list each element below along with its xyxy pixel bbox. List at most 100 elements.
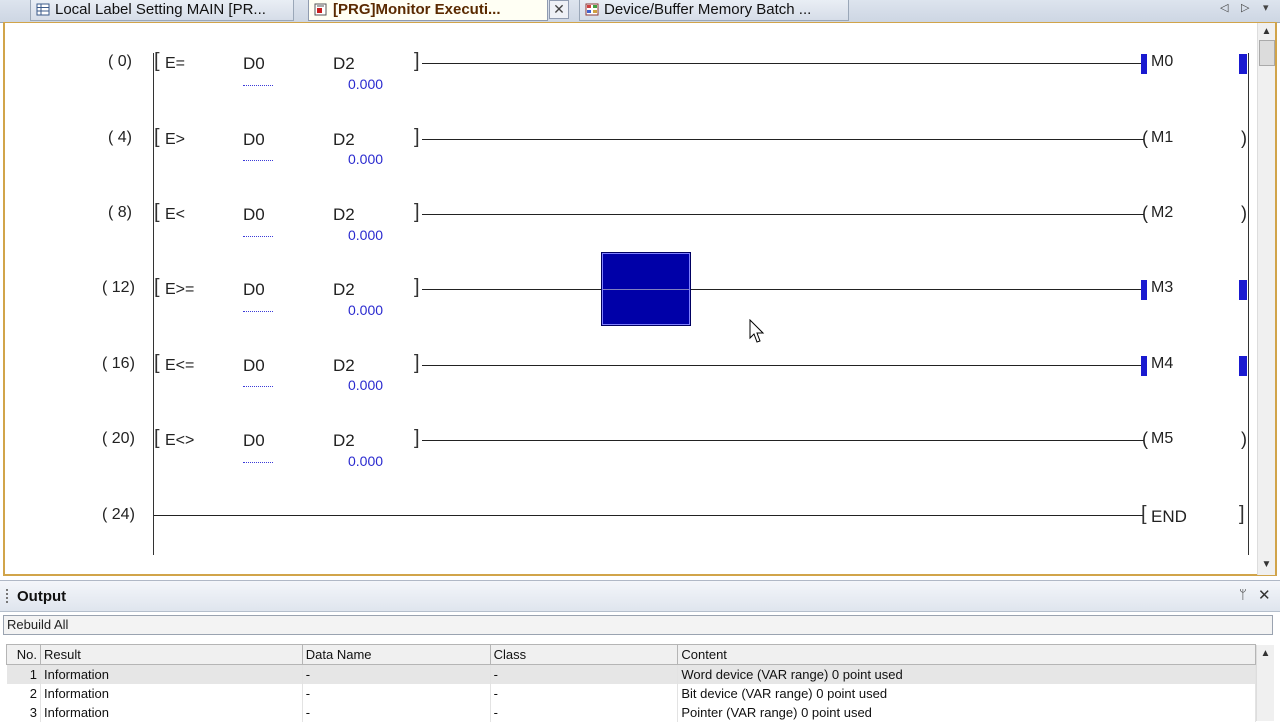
instruction-close-bracket: ] <box>414 276 420 298</box>
monitor-value: 0.000 <box>348 151 384 167</box>
instruction-open-bracket: [ <box>154 50 160 72</box>
step-number: ( 20) <box>102 430 135 447</box>
operand-s2[interactable]: D2 <box>333 356 355 376</box>
panel-title: Output <box>17 588 67 605</box>
coil-output[interactable]: M0 <box>1151 53 1173 71</box>
coil-energized-indicator <box>1141 280 1147 300</box>
row-data-name: - <box>302 664 491 684</box>
column-header-no[interactable]: No. <box>6 644 41 665</box>
coil-open-paren: ( <box>1142 203 1148 223</box>
instruction-open-bracket: [ <box>154 276 160 298</box>
row-result: Information <box>40 684 303 703</box>
scroll-up-icon[interactable]: ▲ <box>1257 645 1274 662</box>
row-content: Pointer (VAR range) 0 point used <box>677 703 1256 722</box>
row-class: - <box>490 684 679 703</box>
column-header-result[interactable]: Result <box>39 644 303 665</box>
ladder-edit-cursor[interactable] <box>601 252 691 326</box>
monitor-value: 0.000 <box>348 453 384 469</box>
tab-list-menu-icon[interactable]: ▾ <box>1263 1 1269 14</box>
table-row[interactable]: 1 Information - - Word device (VAR range… <box>6 664 1256 684</box>
ladder-editor[interactable]: ( 0) [ E= D0 D2 0.000 ] M0 ( 4) [ E> D0 … <box>3 22 1277 576</box>
monitor-value: 0.000 <box>348 227 384 243</box>
monitor-value-placeholder <box>243 85 273 86</box>
row-number: 2 <box>6 684 41 703</box>
operand-s1[interactable]: D0 <box>243 356 265 376</box>
coil-open-paren: ( <box>1142 429 1148 449</box>
end-instruction[interactable]: END <box>1151 507 1187 527</box>
operand-s2[interactable]: D2 <box>333 130 355 150</box>
tab-local-label-setting[interactable]: Local Label Setting MAIN [PR... <box>30 0 294 21</box>
output-vertical-scrollbar[interactable]: ▲ <box>1256 645 1274 721</box>
step-number: ( 4) <box>108 129 132 146</box>
coil-output[interactable]: M1 <box>1151 129 1173 147</box>
compare-instruction[interactable]: E<= <box>165 357 194 375</box>
monitor-value-placeholder <box>243 160 273 161</box>
compare-instruction[interactable]: E= <box>165 55 185 73</box>
operand-s1[interactable]: D0 <box>243 54 265 74</box>
monitor-value: 0.000 <box>348 302 384 318</box>
scroll-up-icon[interactable]: ▲ <box>1258 23 1275 40</box>
output-panel: Output ᛘ ✕ Rebuild All No. Result Data N… <box>0 580 1280 722</box>
coil-energized-indicator <box>1141 356 1147 376</box>
output-mode-label: Rebuild All <box>3 615 1273 635</box>
tab-scroll-left-icon[interactable]: ◁ <box>1220 1 1228 14</box>
row-content: Bit device (VAR range) 0 point used <box>677 684 1256 703</box>
column-header-data-name[interactable]: Data Name <box>301 644 491 665</box>
scroll-thumb[interactable] <box>1259 40 1275 66</box>
coil-energized-indicator <box>1239 280 1247 300</box>
monitor-value-placeholder <box>243 311 273 312</box>
instruction-close-bracket: ] <box>414 201 420 223</box>
tab-device-buffer-memory[interactable]: Device/Buffer Memory Batch ... <box>579 0 849 21</box>
coil-output[interactable]: M5 <box>1151 430 1173 448</box>
instruction-close-bracket: ] <box>1239 503 1245 525</box>
operand-s1[interactable]: D0 <box>243 130 265 150</box>
row-data-name: - <box>302 703 491 722</box>
coil-open-paren: ( <box>1142 128 1148 148</box>
row-class: - <box>490 703 679 722</box>
operand-s2[interactable]: D2 <box>333 54 355 74</box>
rung-wire <box>422 365 1144 366</box>
ladder-canvas[interactable]: ( 0) [ E= D0 D2 0.000 ] M0 ( 4) [ E> D0 … <box>5 23 1260 575</box>
monitor-value: 0.000 <box>348 377 384 393</box>
tab-prg-monitor[interactable]: [PRG]Monitor Executi... <box>308 0 548 21</box>
output-panel-header: Output ᛘ ✕ <box>0 581 1280 612</box>
operand-s1[interactable]: D0 <box>243 431 265 451</box>
drag-grip-icon[interactable] <box>6 589 10 603</box>
right-power-rail <box>1248 53 1249 555</box>
operand-s2[interactable]: D2 <box>333 431 355 451</box>
coil-output[interactable]: M2 <box>1151 204 1173 222</box>
step-number: ( 0) <box>108 53 132 70</box>
scroll-down-icon[interactable]: ▼ <box>1258 556 1275 573</box>
row-class: - <box>490 664 679 684</box>
pin-icon[interactable]: ᛘ <box>1239 587 1247 602</box>
close-icon[interactable]: ✕ <box>1258 586 1271 604</box>
compare-instruction[interactable]: E< <box>165 206 185 224</box>
rung-wire <box>422 214 1144 215</box>
coil-output[interactable]: M4 <box>1151 355 1173 373</box>
close-tab-button[interactable]: ✕ <box>549 0 569 19</box>
instruction-open-bracket: [ <box>154 201 160 223</box>
table-row[interactable]: 3 Information - - Pointer (VAR range) 0 … <box>6 703 1256 722</box>
monitor-value: 0.000 <box>348 76 384 92</box>
compare-instruction[interactable]: E>= <box>165 281 194 299</box>
instruction-open-bracket: [ <box>154 427 160 449</box>
operand-s2[interactable]: D2 <box>333 280 355 300</box>
table-row[interactable]: 2 Information - - Bit device (VAR range)… <box>6 684 1256 703</box>
tab-label: Device/Buffer Memory Batch ... <box>604 1 812 18</box>
instruction-close-bracket: ] <box>414 427 420 449</box>
tab-scroll-right-icon[interactable]: ▷ <box>1241 1 1249 14</box>
operand-s1[interactable]: D0 <box>243 205 265 225</box>
operand-s2[interactable]: D2 <box>333 205 355 225</box>
compare-instruction[interactable]: E<> <box>165 432 194 450</box>
coil-output[interactable]: M3 <box>1151 279 1173 297</box>
ladder-vertical-scrollbar[interactable]: ▲ ▼ <box>1257 23 1275 575</box>
close-icon: ✕ <box>553 1 565 17</box>
coil-close-paren: ) <box>1241 203 1247 223</box>
compare-instruction[interactable]: E> <box>165 131 185 149</box>
program-icon <box>314 3 327 16</box>
operand-s1[interactable]: D0 <box>243 280 265 300</box>
column-header-class[interactable]: Class <box>489 644 679 665</box>
step-number: ( 16) <box>102 355 135 372</box>
row-result: Information <box>40 664 303 684</box>
column-header-content[interactable]: Content <box>677 644 1256 665</box>
